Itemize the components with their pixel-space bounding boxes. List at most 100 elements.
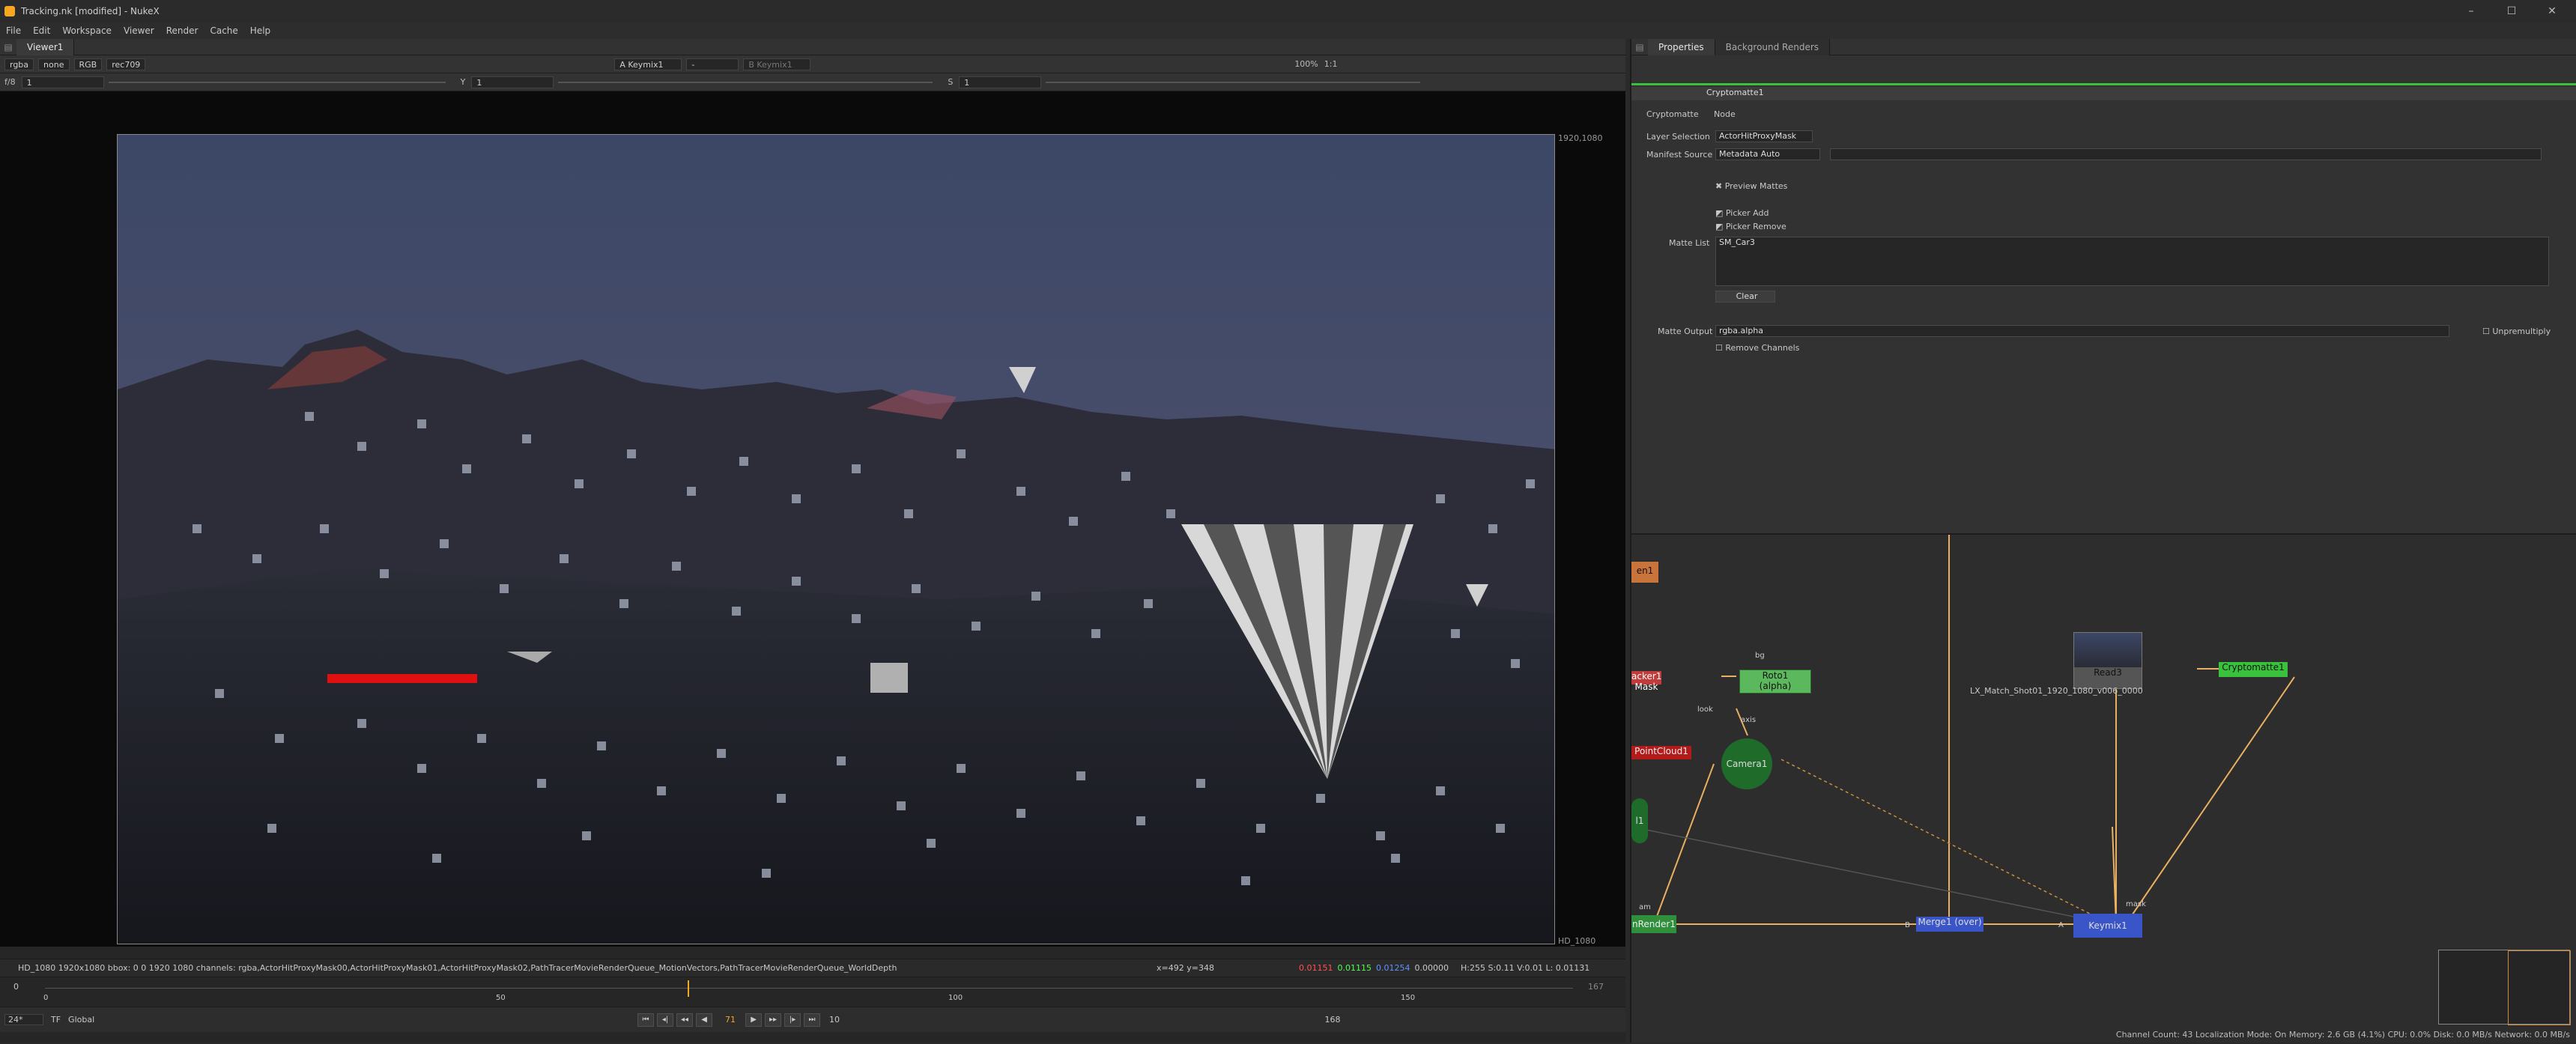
matte-list-field[interactable]: SM_Car3 <box>1715 237 2549 286</box>
gain-slider[interactable] <box>108 81 446 83</box>
pixel-hsv: H:255 S:0.11 V:0.01 L: 0.01131 <box>1461 963 1590 973</box>
viewer-image[interactable] <box>117 134 1555 944</box>
nuke-app-icon <box>4 6 15 16</box>
node-read3[interactable]: Read3 <box>2073 632 2142 689</box>
menu-file[interactable]: File <box>6 25 21 36</box>
input-label-axis: axis <box>1741 716 1757 724</box>
node-camera1[interactable]: Camera1 <box>1721 738 1772 789</box>
time-format[interactable]: TF <box>51 1015 61 1025</box>
timeline-start: 0 <box>13 982 19 992</box>
node-cryptomatte1[interactable]: Cryptomatte1 <box>2219 662 2288 677</box>
manifest-source-dropdown[interactable]: Metadata Auto <box>1715 148 1820 160</box>
gamma-slider[interactable] <box>558 81 933 83</box>
b-input-select[interactable]: B Keymix1 <box>743 58 811 70</box>
viewer-toolbar: rgba none RGB rec709 A Keymix1 - B Keymi… <box>0 55 1625 73</box>
gain-field[interactable]: 1 <box>21 76 104 88</box>
node-partial-green[interactable]: l1 <box>1631 798 1648 843</box>
next-key-button[interactable]: |▸ <box>784 1013 801 1027</box>
timeline[interactable]: 0 0 50 100 150 167 <box>0 977 1625 1007</box>
menu-viewer[interactable]: Viewer <box>124 25 154 36</box>
preview-mattes-label: Preview Mattes <box>1724 181 1788 191</box>
node-pointcloud1[interactable]: PointCloud1 <box>1631 746 1691 759</box>
menu-cache[interactable]: Cache <box>210 25 237 36</box>
read3-thumbnail <box>2074 633 2142 667</box>
range-mode[interactable]: Global <box>68 1015 637 1025</box>
saturation-slider[interactable] <box>1046 81 1421 83</box>
node-keymix1[interactable]: Keymix1 <box>2073 914 2142 938</box>
minimap-viewport[interactable] <box>2508 950 2571 1025</box>
proxy-ratio[interactable]: 1:1 <box>1324 59 1338 69</box>
remove-channels-label: Remove Channels <box>1725 343 1800 353</box>
unpremultiply-checkbox[interactable]: ☐ Unpremultiply <box>2482 327 2551 336</box>
tab-cryptomatte[interactable]: Cryptomatte <box>1646 109 1699 119</box>
saturation-field[interactable]: 1 <box>959 76 1042 88</box>
playhead[interactable] <box>688 980 689 997</box>
matte-list-text: SM_Car3 <box>1719 237 1755 247</box>
node-scanline-render[interactable]: nRender1 <box>1631 915 1676 933</box>
frame-increment[interactable]: 10 <box>823 1015 846 1025</box>
properties-tabs: ▤ Properties Background Renders <box>1631 38 2576 55</box>
end-frame[interactable]: 168 <box>1310 1015 1355 1025</box>
node-graph-minimap[interactable] <box>2438 950 2571 1025</box>
fps-field[interactable]: 24* <box>4 1014 43 1025</box>
input-label-cam: am <box>1639 903 1651 911</box>
maximize-button[interactable]: ☐ <box>2497 3 2527 19</box>
tab-node[interactable]: Node <box>1714 109 1736 119</box>
close-button[interactable]: ✕ <box>2537 3 2567 19</box>
pixel-alpha: 0.00000 <box>1414 963 1449 973</box>
input-label-b: B <box>1905 921 1910 929</box>
tab-viewer1[interactable]: Viewer1 <box>16 38 75 55</box>
properties-pane: ▤ Properties Background Renders Cryptoma… <box>1630 38 2576 533</box>
tick-0: 0 <box>43 994 49 1002</box>
alpha-select[interactable]: none <box>38 58 70 70</box>
zoom-level[interactable]: 100% <box>1294 59 1318 69</box>
pixel-red: 0.01151 <box>1299 963 1333 973</box>
picker-add[interactable]: ◩ Picker Add <box>1715 208 1769 218</box>
timeline-track[interactable] <box>45 988 1573 989</box>
prev-key-button[interactable]: ◂| <box>657 1013 674 1027</box>
menu-help[interactable]: Help <box>250 25 270 36</box>
lut-select[interactable]: rec709 <box>106 58 146 70</box>
last-frame-button[interactable]: ⏭ <box>804 1013 821 1027</box>
layer-selection-dropdown[interactable]: ActorHitProxyMask <box>1715 130 1813 142</box>
channels-select[interactable]: rgba <box>4 58 34 70</box>
tab-properties[interactable]: Properties <box>1648 38 1715 55</box>
menu-render[interactable]: Render <box>166 25 198 36</box>
node-tracker[interactable]: acker1 Mask <box>1631 671 1661 692</box>
composite-select[interactable]: - <box>686 58 739 70</box>
colorspace-select[interactable]: RGB <box>73 58 103 70</box>
node-merge1[interactable]: Merge1 (over) <box>1916 917 1983 932</box>
preview-mattes-checkbox[interactable]: ✖ Preview Mattes <box>1715 181 1787 191</box>
step-forward-button[interactable]: ▸▸ <box>765 1013 782 1027</box>
picker-remove-label: Picker Remove <box>1725 222 1786 231</box>
matte-output-dropdown[interactable]: rgba.alpha <box>1715 325 2449 337</box>
viewer-canvas[interactable]: 1920,1080 HD_1080 <box>0 91 1625 947</box>
play-back-button[interactable]: ◀ <box>696 1013 713 1027</box>
clear-button[interactable]: Clear <box>1715 291 1775 303</box>
manifest-path-field[interactable] <box>1830 148 2542 160</box>
picker-remove[interactable]: ◩ Picker Remove <box>1715 222 1786 231</box>
gamma-field[interactable]: 1 <box>471 76 554 88</box>
remove-channels-checkbox[interactable]: ☐ Remove Channels <box>1715 343 1799 353</box>
layer-selection-label: Layer Selection <box>1646 132 1710 142</box>
tick-50: 50 <box>496 994 506 1002</box>
node-name-field[interactable]: Cryptomatte1 <box>1706 88 1764 97</box>
pane-menu-icon[interactable]: ▤ <box>0 42 16 52</box>
first-frame-button[interactable]: ⏮ <box>637 1013 655 1027</box>
current-frame[interactable]: 71 <box>715 1015 745 1025</box>
minimize-button[interactable]: – <box>2456 3 2486 19</box>
node-graph[interactable]: en1 acker1 Mask Roto1 (alpha) Camera1 Po… <box>1630 533 2576 1043</box>
node-en1[interactable]: en1 <box>1631 562 1658 583</box>
tab-background-renders[interactable]: Background Renders <box>1715 38 1831 55</box>
node-roto1[interactable]: Roto1 (alpha) <box>1739 670 1811 694</box>
pane-menu-icon[interactable]: ▤ <box>1631 42 1648 52</box>
play-forward-button[interactable]: ▶ <box>745 1013 763 1027</box>
read3-label: Read3 <box>2094 667 2122 678</box>
gamma-label: Y <box>460 77 466 87</box>
menu-edit[interactable]: Edit <box>33 25 50 36</box>
window-title: Tracking.nk [modified] - NukeX <box>21 6 160 16</box>
menu-workspace[interactable]: Workspace <box>62 25 112 36</box>
roto1-label: Roto1 <box>1762 670 1789 681</box>
a-input-select[interactable]: A Keymix1 <box>614 58 682 70</box>
step-back-button[interactable]: ◂◂ <box>676 1013 694 1027</box>
